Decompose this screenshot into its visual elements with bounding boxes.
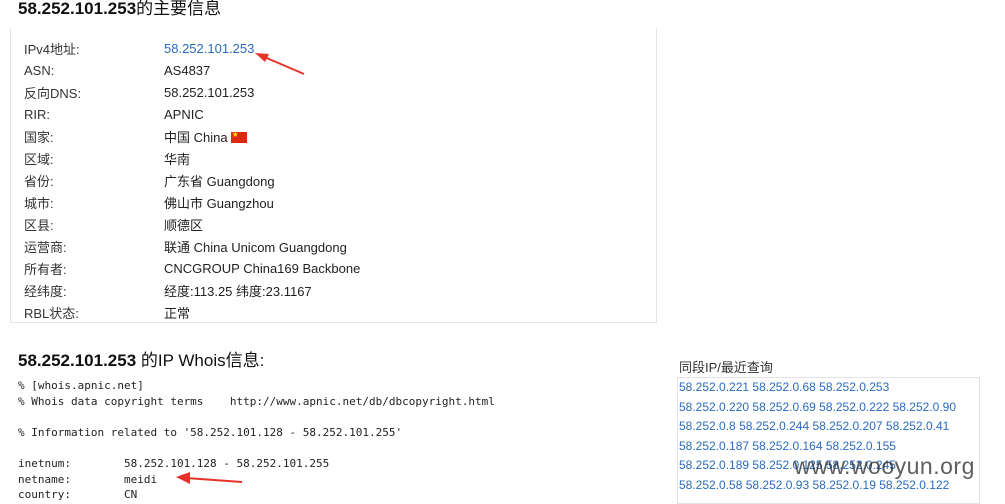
main-info-heading: 58.252.101.253的主要信息 [18,0,221,19]
main-info-panel: IPv4地址: 58.252.101.253 ASN: AS4837 反向DNS: 58.… [10,28,657,323]
ip-link[interactable]: 58.252.0.58 [679,478,742,492]
info-row: 运营商: 联通 China Unicom Guangdong [24,235,360,257]
info-row-label: 所有者: [24,261,67,277]
whois-line: % [whois.apnic.net] [18,379,144,392]
info-row-value-text: 广东省 Guangdong [164,173,275,189]
whois-line: % Whois data copyright terms http://www.… [18,394,495,408]
ip-list-row: 58.252.0.8 58.252.0.244 58.252.0.207 58.… [678,417,979,437]
ip-link[interactable]: 58.252.0.68 [752,380,815,394]
ip-link[interactable]: 58.252.0.189 [679,458,749,472]
info-row-value-text: 58.252.101.253 [164,84,255,100]
info-row-label: 运营商: [24,239,67,255]
main-info-heading-suffix: 的主要信息 [136,0,222,18]
info-row: 国家: 中国 China [24,125,360,147]
info-row-value: 广东省 Guangdong [164,169,360,191]
ip-link[interactable]: 58.252.0.187 [679,439,749,453]
whois-heading-ip: 58.252.101.253 [18,351,137,370]
info-row: 城市: 佛山市 Guangzhou [24,191,360,213]
ip-link[interactable]: 58.252.0.253 [819,380,889,394]
info-row: 区县: 顺德区 [24,213,360,235]
info-row: RBL状态: 正常 [24,301,360,323]
info-row-label: RBL状态: [24,305,79,321]
info-row-value-text: CNCGROUP China169 Backbone [164,260,361,276]
ip-link[interactable]: 58.252.0.207 [812,419,882,433]
whois-line: netname: meidi [18,472,158,486]
china-flag-icon [230,129,247,143]
info-row-value-text: AS4837 [164,62,211,78]
info-row: RIR: APNIC [24,103,360,125]
info-row-value-text: 中国 China [164,129,228,145]
ip-list-row: 58.252.0.221 58.252.0.68 58.252.0.253 [678,378,979,398]
ip-link[interactable]: 58.252.0.164 [752,439,822,453]
info-row-value: 顺德区 [164,213,360,235]
whois-line: inetnum: 58.252.101.128 - 58.252.101.255 [18,456,330,470]
info-row-value: AS4837 [164,59,360,81]
info-row-value: 经度:113.25 纬度:23.1167 [164,279,360,301]
same-segment-ip-list: 58.252.0.221 58.252.0.68 58.252.0.253 58.… [677,377,980,504]
ip-link[interactable]: 58.252.0.69 [752,400,815,414]
ip-link[interactable]: 58.252.0.221 [679,380,749,394]
whois-heading-suffix: 的IP Whois信息: [136,351,265,370]
info-row-value: 58.252.101.253 [164,81,360,103]
whois-line: % Information related to '58.252.101.128… [18,425,403,439]
info-row-label: ASN: [24,62,55,78]
info-row: ASN: AS4837 [24,59,360,81]
info-row-label: 国家: [24,129,54,145]
whois-text: % [whois.apnic.net] % Whois data copyrigh… [18,378,495,503]
whois-line [18,440,495,456]
info-row-label: 经纬度: [24,283,67,299]
ip-link[interactable]: 58.252.0.90 [893,400,956,414]
ip-link[interactable]: 58.252.0.41 [886,419,949,433]
info-row-value: 华南 [164,147,360,169]
sidebar-title: 同段IP/最近查询 [679,360,773,375]
info-row-label: 城市: [24,195,54,211]
info-row-label: RIR: [24,106,50,122]
ip-list-row: 58.252.0.220 58.252.0.69 58.252.0.222 58… [678,398,979,418]
info-row-value-text: 正常 [164,305,191,321]
info-row-value: APNIC [164,103,360,125]
whois-line: country: CN [18,488,138,502]
info-row: 区域: 华南 [24,147,360,169]
info-row-value: CNCGROUP China169 Backbone [164,257,360,279]
ip-link[interactable]: 58.252.0.244 [739,419,809,433]
info-row-label: 区县: [24,217,54,233]
info-row: 省份: 广东省 Guangdong [24,169,360,191]
info-row: 所有者: CNCGROUP China169 Backbone [24,257,360,279]
main-info-table: IPv4地址: 58.252.101.253 ASN: AS4837 反向DNS: 58.… [24,37,360,323]
info-row-value: 正常 [164,301,360,323]
info-row-value-text: 佛山市 Guangzhou [164,195,274,211]
info-row-value-text: 经度:113.25 纬度:23.1167 [164,283,312,299]
whois-heading: 58.252.101.253 的IP Whois信息: [18,346,264,371]
info-row-value: 中国 China [164,125,360,147]
info-row: 反向DNS: 58.252.101.253 [24,81,360,103]
info-row-value: 佛山市 Guangzhou [164,191,360,213]
main-info-heading-ip: 58.252.101.253 [18,0,137,18]
info-row-label: 省份: [24,173,54,189]
info-row-label: 反向DNS: [24,85,82,101]
info-row-value-text: 华南 [164,151,191,167]
ip-link[interactable]: 58.252.0.155 [826,439,896,453]
info-row-value-text: 顺德区 [164,217,204,233]
info-row-value-text: 联通 China Unicom Guangdong [164,239,347,255]
ip-link[interactable]: 58.252.0.220 [679,400,749,414]
whois-line [18,409,495,425]
info-row-label: 区域: [24,151,54,167]
info-row-value: 58.252.101.253 [164,37,360,59]
ip-link[interactable]: 58.252.0.8 [679,419,736,433]
info-row: 经纬度: 经度:113.25 纬度:23.1167 [24,279,360,301]
info-row-value: 联通 China Unicom Guangdong [164,235,360,257]
ip-info-page: 58.252.101.253的主要信息 IPv4地址: 58.252.101.25… [0,0,1005,504]
info-row-label: IPv4地址: [24,41,80,57]
info-row: IPv4地址: 58.252.101.253 [24,37,360,59]
watermark: www.wooyun.org [794,453,975,479]
info-row-value-text: APNIC [164,106,204,122]
ipv4-address-link[interactable]: 58.252.101.253 [164,41,254,56]
ip-link[interactable]: 58.252.0.222 [819,400,889,414]
